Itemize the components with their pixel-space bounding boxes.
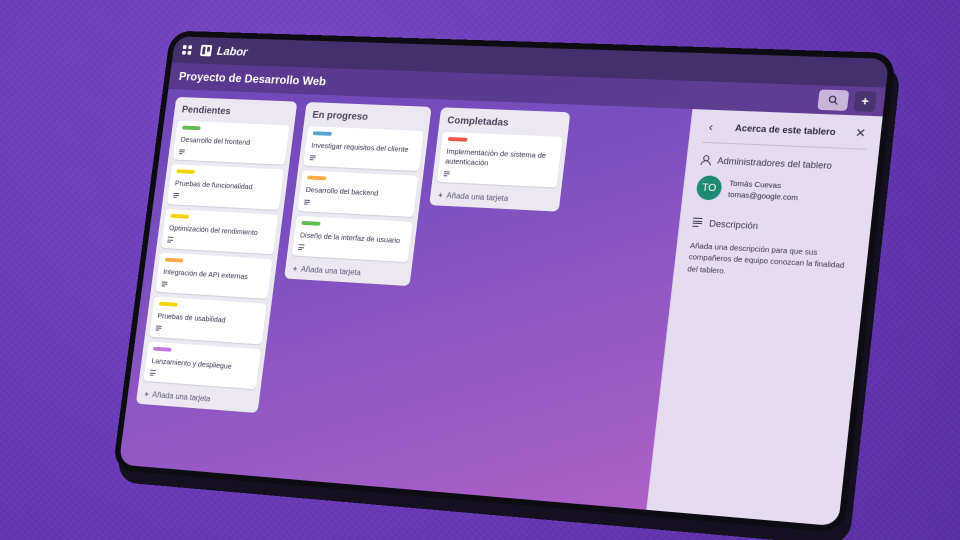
list-pendientes: Pendientes Desarrollo del frontend Prueb… [136, 97, 297, 413]
card-label [165, 258, 184, 263]
card-label [159, 302, 178, 307]
plus-icon: + [144, 390, 149, 399]
card-label [301, 221, 320, 226]
card[interactable]: Integración de API externas [155, 253, 272, 300]
card-title: Pruebas de usabilidad [157, 311, 259, 327]
card-title: Pruebas de funcionalidad [174, 179, 276, 193]
card[interactable]: Implementación de sistema de autenticaci… [437, 132, 563, 188]
admin-info: Tomás Cuevas tomas@google.com [728, 179, 800, 203]
description-icon [179, 149, 185, 154]
description-icon [156, 326, 162, 332]
description-icon [692, 218, 702, 229]
board-logo-icon [200, 45, 212, 57]
admins-heading: Administradores del tablero [717, 156, 833, 171]
description-icon [167, 237, 173, 242]
list-completadas: Completadas Implementación de sistema de… [429, 107, 570, 211]
search-icon [827, 95, 839, 106]
close-icon[interactable]: ✕ [852, 126, 868, 141]
app-screen: Labor Proyecto de Desarrollo Web + Pendi… [119, 36, 889, 526]
card[interactable]: Optimización del rendimiento [161, 208, 278, 254]
card-title: Investigar requisitos del cliente [311, 141, 416, 155]
card-title: Desarrollo del backend [305, 185, 410, 200]
add-card-label: Añada una tarjeta [446, 191, 509, 203]
card[interactable]: Lanzamiento y despliegue [143, 341, 260, 389]
back-chevron-icon[interactable]: ‹ [703, 120, 719, 135]
add-card-button[interactable]: + Añada una tarjeta [141, 386, 255, 407]
board-title[interactable]: Proyecto de Desarrollo Web [178, 70, 327, 89]
description-field[interactable]: Añada una descripción para que sus compa… [687, 240, 856, 284]
avatar[interactable]: TO [695, 175, 723, 200]
apps-grid-icon[interactable] [182, 45, 192, 55]
card-label [448, 137, 468, 142]
panel-title: Acerca de este tablero [735, 123, 837, 137]
device-frame: Labor Proyecto de Desarrollo Web + Pendi… [112, 31, 896, 534]
description-icon [161, 281, 167, 286]
card-label [313, 131, 332, 136]
admin-name: Tomás Cuevas [729, 179, 800, 191]
card[interactable]: Pruebas de usabilidad [149, 297, 266, 344]
description-icon [304, 200, 310, 205]
list-en-progreso: En progreso Investigar requisitos del cl… [284, 102, 431, 286]
card-label [182, 126, 201, 131]
plus-icon: + [292, 264, 297, 273]
user-icon [699, 155, 710, 166]
board-actions: + [817, 89, 876, 112]
description-icon [310, 155, 316, 160]
admin-email: tomas@google.com [728, 190, 799, 203]
card-title: Integración de API externas [163, 267, 265, 283]
admins-section-heading: Administradores del tablero [699, 155, 865, 172]
card-title: Lanzamiento y despliegue [151, 356, 253, 373]
board-lists: Pendientes Desarrollo del frontend Prueb… [136, 97, 683, 443]
card[interactable]: Pruebas de funcionalidad [167, 164, 284, 209]
description-icon [173, 193, 179, 198]
description-icon [443, 171, 449, 177]
brand[interactable]: Labor [200, 44, 249, 59]
card-title: Desarrollo del frontend [180, 135, 282, 149]
admin-member[interactable]: TO Tomás Cuevas tomas@google.com [695, 175, 862, 207]
card-label [307, 176, 326, 181]
card[interactable]: Investigar requisitos del cliente [303, 126, 424, 171]
card-label [176, 169, 195, 174]
add-card-button[interactable]: + Añada una tarjeta [435, 187, 556, 206]
add-card-label: Añada una tarjeta [300, 265, 361, 277]
description-icon [150, 370, 156, 376]
card-title: Diseño de la interfaz de usuario [299, 230, 405, 245]
about-board-panel: ‹ Acerca de este tablero ✕ Administrador… [646, 109, 882, 526]
card-title: Optimización del rendimiento [169, 223, 271, 238]
description-section-heading: Descripción [692, 218, 858, 237]
card-label [170, 213, 189, 218]
card-title: Implementación de sistema de autenticaci… [445, 147, 555, 171]
card-label [153, 346, 172, 351]
search-button[interactable] [817, 89, 849, 110]
add-card-button[interactable]: + Añada una tarjeta [290, 260, 407, 280]
description-icon [298, 245, 304, 251]
panel-header: ‹ Acerca de este tablero ✕ [702, 120, 869, 150]
tablet-device: Labor Proyecto de Desarrollo Web + Pendi… [112, 31, 896, 534]
brand-name: Labor [216, 44, 248, 58]
add-button[interactable]: + [853, 91, 877, 112]
card[interactable]: Desarrollo del frontend [173, 121, 290, 165]
card[interactable]: Diseño de la interfaz de usuario [292, 215, 413, 262]
plus-icon: + [438, 191, 444, 200]
add-card-label: Añada una tarjeta [152, 390, 211, 403]
card[interactable]: Desarrollo del backend [297, 171, 418, 217]
description-heading: Descripción [709, 218, 759, 231]
